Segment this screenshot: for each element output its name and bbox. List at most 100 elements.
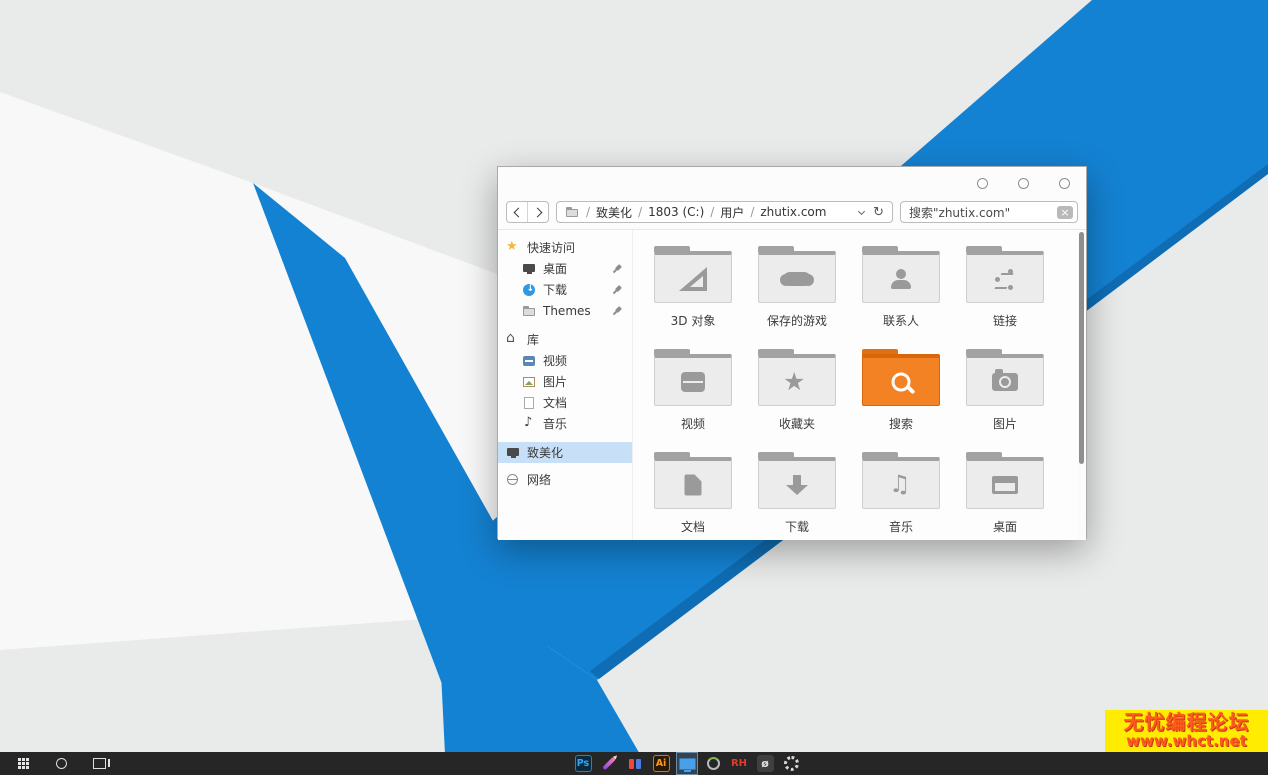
file-label: 3D 对象 (671, 312, 716, 329)
file-item-music[interactable]: 音乐 (849, 452, 953, 555)
sidebar: 快速访问 桌面 下载 Themes (498, 230, 633, 540)
search-input[interactable]: 搜索"zhutix.com" (909, 204, 1057, 221)
document-icon (522, 396, 537, 410)
folder-icon (654, 349, 732, 406)
taskbar-photoshop[interactable]: Ps (572, 752, 594, 775)
sidebar-item-label: 视频 (543, 352, 567, 369)
taskbar-ring-app[interactable] (702, 752, 724, 775)
file-item-favorites[interactable]: 收藏夹 (745, 349, 849, 452)
sidebar-item-network[interactable]: 网络 (498, 469, 632, 490)
file-item-desktop[interactable]: 桌面 (953, 452, 1057, 555)
folder-icon (966, 246, 1044, 303)
folder-emblem-icon (992, 373, 1018, 391)
file-explorer-window: / 致美化 / 1803 (C:) / 用户 / zhutix.com ↻ 搜索… (497, 166, 1087, 539)
pin-icon[interactable] (610, 282, 624, 296)
folder-emblem-icon (889, 472, 913, 498)
photoshop-icon: Ps (575, 755, 592, 772)
cortana-circle-icon (56, 758, 67, 769)
window-control-close-icon[interactable] (1059, 178, 1070, 189)
folder-emblem-icon (685, 475, 702, 496)
search-box[interactable]: 搜索"zhutix.com" × (900, 201, 1078, 223)
taskbar-red-blue-app[interactable] (624, 752, 646, 775)
window-control-minimize-icon[interactable] (977, 178, 988, 189)
task-view-button[interactable] (89, 752, 109, 775)
watermark-url: www.whct.net (1105, 734, 1268, 750)
window-body: 快速访问 桌面 下载 Themes (498, 229, 1086, 540)
sidebar-item-label: 桌面 (543, 260, 567, 277)
taskbar: Ps Ai RH ø (0, 752, 1268, 775)
folder-icon (966, 452, 1044, 509)
taskbar-illustrator[interactable]: Ai (650, 752, 672, 775)
refresh-icon[interactable]: ↻ (873, 206, 884, 219)
file-item-3d-objects[interactable]: 3D 对象 (641, 246, 745, 349)
music-icon (522, 417, 537, 431)
clear-search-icon[interactable]: × (1057, 206, 1073, 219)
breadcrumb-segment-drive[interactable]: 1803 (C:) (648, 205, 704, 219)
breadcrumb-separator: / (638, 205, 642, 219)
sidebar-item-documents[interactable]: 文档 (498, 392, 632, 413)
file-item-videos[interactable]: 视频 (641, 349, 745, 452)
sidebar-item-desktop[interactable]: 桌面 (498, 258, 632, 279)
folder-icon (654, 452, 732, 509)
file-label: 保存的游戏 (767, 312, 827, 329)
folder-emblem-icon (786, 475, 808, 495)
pin-icon[interactable] (610, 261, 624, 275)
file-item-saved-games[interactable]: 保存的游戏 (745, 246, 849, 349)
taskbar-settings[interactable] (780, 752, 802, 775)
sidebar-item-pictures[interactable]: 图片 (498, 371, 632, 392)
file-label: 桌面 (993, 518, 1017, 535)
sidebar-item-this-pc[interactable]: 致美化 (498, 442, 632, 463)
file-label: 联系人 (883, 312, 919, 329)
file-item-pictures[interactable]: 图片 (953, 349, 1057, 452)
file-item-searches[interactable]: 搜索 (849, 349, 953, 452)
file-item-downloads[interactable]: 下载 (745, 452, 849, 555)
file-label: 音乐 (889, 518, 913, 535)
window-control-maximize-icon[interactable] (1018, 178, 1029, 189)
back-chevron-icon (513, 207, 523, 217)
file-item-contacts[interactable]: 联系人 (849, 246, 953, 349)
star-icon (506, 241, 521, 255)
taskbar-o-app[interactable]: ø (754, 752, 776, 775)
folder-emblem-icon (994, 268, 1016, 290)
forward-button[interactable] (527, 202, 548, 222)
breadcrumb-separator: / (586, 205, 590, 219)
sidebar-section-libraries[interactable]: 库 (498, 329, 632, 350)
file-item-links[interactable]: 链接 (953, 246, 1057, 349)
file-grid: 3D 对象 保存的游戏 联系人 链接 视频 (633, 230, 1077, 540)
desktop: / 致美化 / 1803 (C:) / 用户 / zhutix.com ↻ 搜索… (0, 0, 1268, 775)
cortana-button[interactable] (51, 752, 71, 775)
breadcrumb-segment-this-pc[interactable]: 致美化 (596, 204, 632, 221)
sidebar-item-label: Themes (543, 304, 591, 318)
folder-icon (758, 349, 836, 406)
scrollbar-thumb[interactable] (1079, 232, 1084, 464)
back-button[interactable] (507, 202, 527, 222)
folder-icon (862, 246, 940, 303)
file-label: 下载 (785, 518, 809, 535)
sidebar-item-videos[interactable]: 视频 (498, 350, 632, 371)
taskbar-paint-brush[interactable] (598, 752, 620, 775)
taskbar-file-explorer[interactable] (676, 752, 698, 775)
window-titlebar[interactable] (498, 167, 1086, 199)
start-grid-icon (18, 758, 29, 769)
breadcrumb-separator: / (750, 205, 754, 219)
forward-chevron-icon (532, 207, 542, 217)
sidebar-item-music[interactable]: 音乐 (498, 413, 632, 434)
section-label: 库 (527, 331, 539, 348)
rh-app-icon: RH (731, 755, 748, 772)
taskbar-rh-app[interactable]: RH (728, 752, 750, 775)
start-button[interactable] (13, 752, 33, 775)
sidebar-item-downloads[interactable]: 下载 (498, 279, 632, 300)
breadcrumb[interactable]: / 致美化 / 1803 (C:) / 用户 / zhutix.com ↻ (556, 201, 893, 223)
breadcrumb-segment-users[interactable]: 用户 (720, 204, 744, 221)
breadcrumb-segment-userdir[interactable]: zhutix.com (760, 205, 826, 219)
breadcrumb-dropdown-icon[interactable] (858, 207, 865, 214)
sidebar-section-quick-access[interactable]: 快速访问 (498, 237, 632, 258)
file-item-documents[interactable]: 文档 (641, 452, 745, 555)
sidebar-item-label: 音乐 (543, 415, 567, 432)
scrollbar[interactable] (1077, 230, 1086, 540)
network-icon (506, 473, 521, 487)
sidebar-item-themes[interactable]: Themes (498, 300, 632, 321)
sidebar-item-label: 图片 (543, 373, 567, 390)
pin-icon[interactable] (610, 303, 624, 317)
settings-gear-icon (784, 756, 799, 771)
